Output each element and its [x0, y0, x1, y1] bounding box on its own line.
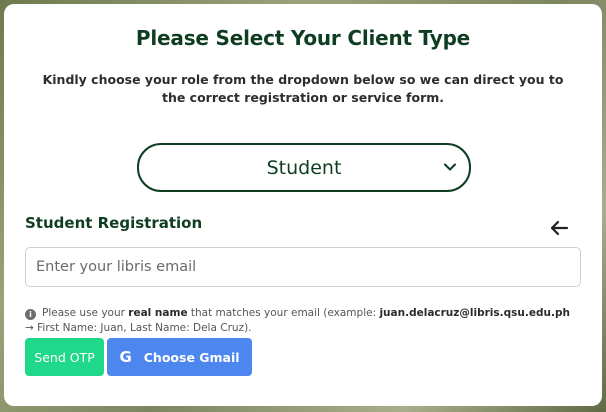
note-arrow: →	[25, 322, 34, 334]
name-usage-note: i Please use your real name that matches …	[25, 306, 581, 336]
page-title: Please Select Your Client Type	[135, 26, 471, 50]
client-type-selected-value: Student	[266, 156, 342, 179]
arrow-left-icon[interactable]	[548, 217, 570, 239]
send-otp-button[interactable]: Send OTP	[25, 338, 104, 376]
client-type-card: Please Select Your Client Type Kindly ch…	[4, 4, 602, 406]
registration-section-title: Student Registration	[25, 214, 203, 232]
choose-gmail-label: Choose Gmail	[143, 349, 240, 365]
note-example-email: juan.delacruz@libris.qsu.edu.ph	[379, 307, 570, 319]
note-text-prefix: Please use your	[42, 307, 129, 319]
choose-gmail-button[interactable]: G Choose Gmail	[107, 338, 252, 376]
note-text-suffix: First Name: Juan, Last Name: Dela Cruz).	[33, 322, 252, 334]
note-text-middle: that matches your email (example:	[187, 307, 380, 319]
note-text-emphasis: real name	[128, 307, 188, 319]
page-subtitle: Kindly choose your role from the dropdow…	[42, 72, 564, 105]
info-icon: i	[25, 309, 36, 320]
email-input[interactable]	[25, 247, 581, 287]
chevron-down-icon	[444, 163, 456, 171]
google-icon: G	[119, 348, 132, 366]
client-type-dropdown[interactable]: Student	[137, 143, 471, 192]
